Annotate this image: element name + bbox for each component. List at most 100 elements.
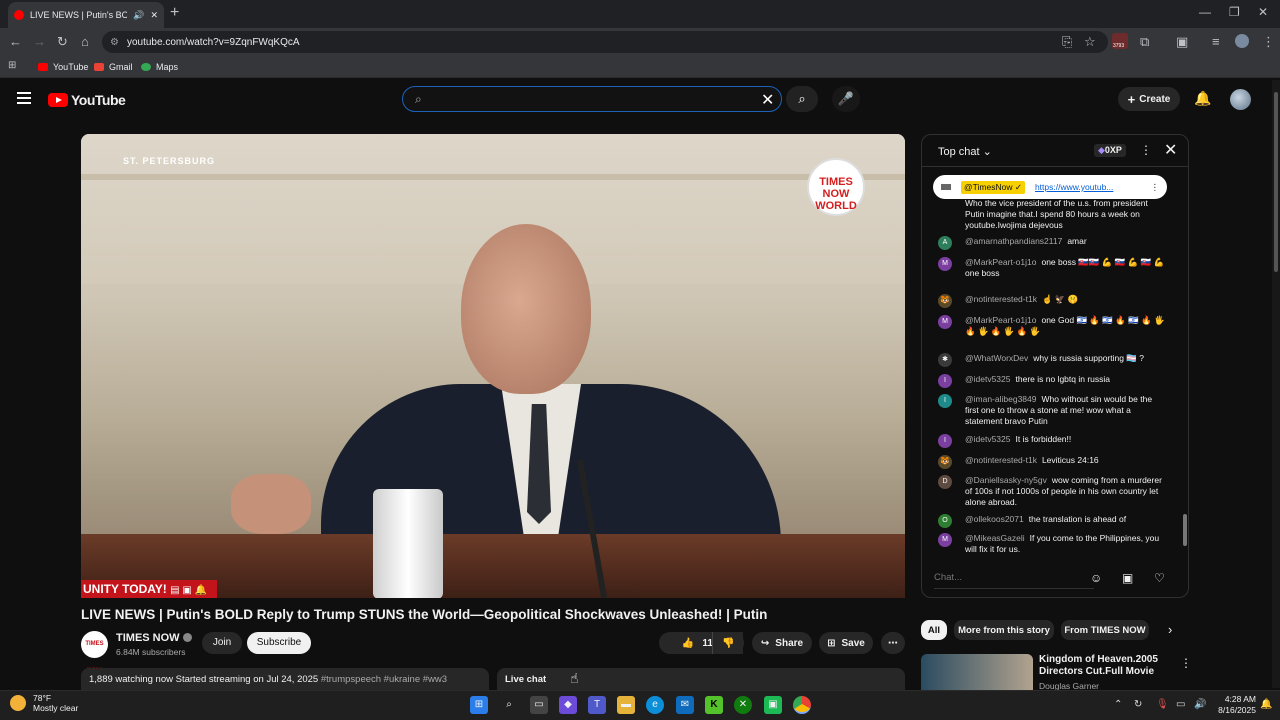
maximize-button[interactable]: ❐ [1229, 5, 1240, 19]
chat-more-icon[interactable]: ⋮ [1140, 143, 1152, 157]
site-info-icon[interactable]: ⚙ [110, 37, 119, 48]
chat-avatar[interactable]: I [938, 374, 952, 388]
reload-icon[interactable]: ↻ [57, 34, 68, 50]
notifications-bell-icon[interactable]: 🔔 [1194, 90, 1211, 107]
chat-avatar[interactable]: M [938, 257, 952, 271]
save-button[interactable]: ⊞ Save [819, 632, 873, 654]
chat-avatar[interactable]: ✱ [938, 353, 952, 367]
xbox-icon[interactable]: ✕ [734, 696, 752, 714]
emoji-icon[interactable]: ☺ [1090, 571, 1102, 585]
join-button[interactable]: Join [202, 632, 242, 654]
voice-search-icon[interactable]: 🎤 [832, 86, 860, 112]
tab-close-icon[interactable]: ✕ [150, 10, 158, 21]
channel-name[interactable]: TIMES NOW [116, 632, 192, 644]
search-taskbar-icon[interactable]: ⌕ [500, 696, 518, 714]
live-chat-panel: Top chat ⌄ ◆0XP ⋮ ✕ @TimesNow ✓ https://… [921, 134, 1189, 598]
browser-menu-icon[interactable]: ⋮ [1262, 34, 1275, 50]
start-icon[interactable]: ⊞ [470, 696, 488, 714]
mic-tray-icon[interactable]: 🎙 [1156, 699, 1169, 710]
search-box[interactable]: ⌕ ✕ [402, 86, 782, 112]
extension-icon[interactable]: 3793 [1112, 33, 1128, 49]
share-button[interactable]: ↪ Share [752, 632, 812, 654]
chat-avatar[interactable]: A [938, 236, 952, 250]
chip-from-times-now[interactable]: From TIMES NOW [1061, 620, 1149, 640]
file-explorer-icon[interactable]: ▬ [617, 696, 635, 714]
youtube-logo[interactable]: YouTube [48, 92, 126, 108]
network-icon[interactable]: ▭ [1176, 699, 1185, 710]
channel-avatar[interactable]: TIMES NOW [81, 631, 108, 674]
kick-icon[interactable]: K [705, 696, 723, 714]
video-player[interactable]: ST. PETERSBURG TIMES NOW WORLD UNITY TOD… [81, 134, 905, 598]
chat-avatar[interactable]: D [938, 475, 952, 489]
pinned-message[interactable]: @TimesNow ✓ https://www.youtub... ⋮ [933, 175, 1167, 199]
system-clock[interactable]: 4:28 AM 8/16/2025 [1216, 694, 1256, 716]
bookmark-maps[interactable]: Maps [141, 62, 178, 72]
top-chat-dropdown[interactable]: Top chat ⌄ [938, 145, 992, 158]
chat-avatar[interactable]: 🐯 [938, 455, 952, 469]
recommendation-thumbnail[interactable] [921, 654, 1033, 690]
description-box[interactable]: 1,889 watching now Started streaming on … [81, 668, 489, 690]
menu-icon[interactable] [17, 92, 31, 107]
bookmark-gmail[interactable]: Gmail [94, 62, 133, 72]
volume-icon[interactable]: 🔊 [1194, 699, 1206, 710]
forward-icon[interactable]: → [33, 34, 46, 49]
profile-avatar[interactable] [1235, 34, 1249, 48]
bookmark-youtube[interactable]: YouTube [38, 62, 88, 72]
chat-avatar[interactable]: 🐯 [938, 294, 952, 308]
chat-scrollbar-thumb[interactable] [1183, 514, 1187, 546]
chat-close-icon[interactable]: ✕ [1164, 140, 1177, 160]
super-chat-icon[interactable]: ▣ [1122, 571, 1133, 585]
chat-avatar[interactable]: M [938, 315, 952, 329]
task-view-icon[interactable]: ▭ [530, 696, 548, 714]
window-close-button[interactable]: ✕ [1258, 5, 1268, 19]
teams-icon[interactable]: T [588, 696, 606, 714]
minimize-button[interactable]: — [1199, 5, 1211, 19]
chat-input[interactable] [934, 567, 1094, 589]
notification-icon[interactable]: 🔔 [1260, 699, 1272, 710]
recommendation-more-icon[interactable]: ⋮ [1180, 656, 1192, 670]
chip-all[interactable]: All [921, 620, 947, 640]
heart-icon[interactable]: ♡ [1154, 571, 1165, 585]
edge-icon[interactable]: e [646, 696, 664, 714]
chrome-icon[interactable] [793, 696, 811, 714]
bookmark-star-icon[interactable]: ☆ [1084, 34, 1096, 50]
back-icon[interactable]: ← [9, 34, 22, 49]
pinned-link[interactable]: https://www.youtub... [1035, 182, 1151, 192]
media-control-icon[interactable]: ≡ [1212, 34, 1220, 49]
search-input[interactable] [433, 90, 753, 108]
more-actions-icon[interactable]: ⋯ [881, 632, 905, 654]
create-button[interactable]: + Create [1118, 87, 1180, 111]
page-scrollbar[interactable] [1272, 80, 1280, 688]
chat-avatar[interactable]: M [938, 533, 952, 547]
chat-scrollbar[interactable] [1183, 169, 1187, 559]
mail-icon[interactable]: ✉ [676, 696, 694, 714]
extensions-puzzle-icon[interactable]: ⧉ [1140, 34, 1149, 50]
copilot-icon[interactable]: ◆ [559, 696, 577, 714]
side-panel-icon[interactable]: ▣ [1176, 34, 1188, 50]
search-button[interactable]: ⌕ [786, 86, 818, 112]
install-app-icon[interactable]: ⎘ [1062, 34, 1072, 50]
chat-avatar[interactable]: O [938, 514, 952, 528]
chat-avatar[interactable]: I [938, 434, 952, 448]
live-chat-label[interactable]: Live chat [497, 668, 905, 690]
audio-playing-icon[interactable]: 🔊 [133, 10, 144, 21]
chevron-right-icon[interactable]: › [1168, 622, 1172, 637]
app-icon[interactable]: ▣ [764, 696, 782, 714]
clear-search-icon[interactable]: ✕ [761, 90, 774, 110]
xp-badge[interactable]: ◆0XP [1094, 144, 1126, 157]
subscribe-button[interactable]: Subscribe [247, 632, 311, 654]
chip-more-from-story[interactable]: More from this story [954, 620, 1054, 640]
address-bar[interactable]: ⚙ youtube.com/watch?v=9ZqnFWqKQcA [102, 31, 1108, 53]
page-scrollbar-thumb[interactable] [1274, 92, 1278, 272]
chat-avatar[interactable]: I [938, 394, 952, 408]
recommendation-title[interactable]: Kingdom of Heaven.2005 Directors Cut.Ful… [1039, 654, 1169, 678]
home-icon[interactable]: ⌂ [81, 34, 89, 49]
apps-grid-icon[interactable]: ⊞ [8, 60, 16, 71]
new-tab-button[interactable]: + [170, 4, 179, 22]
pinned-more-icon[interactable]: ⋮ [1151, 182, 1160, 193]
sync-icon[interactable]: ↻ [1134, 699, 1142, 710]
browser-tab[interactable]: LIVE NEWS | Putin's BOLD R 🔊 ✕ [8, 2, 164, 28]
dislike-button[interactable]: 👎 [712, 632, 744, 654]
tray-chevron-icon[interactable]: ⌃ [1114, 699, 1122, 710]
account-avatar[interactable] [1230, 89, 1251, 110]
